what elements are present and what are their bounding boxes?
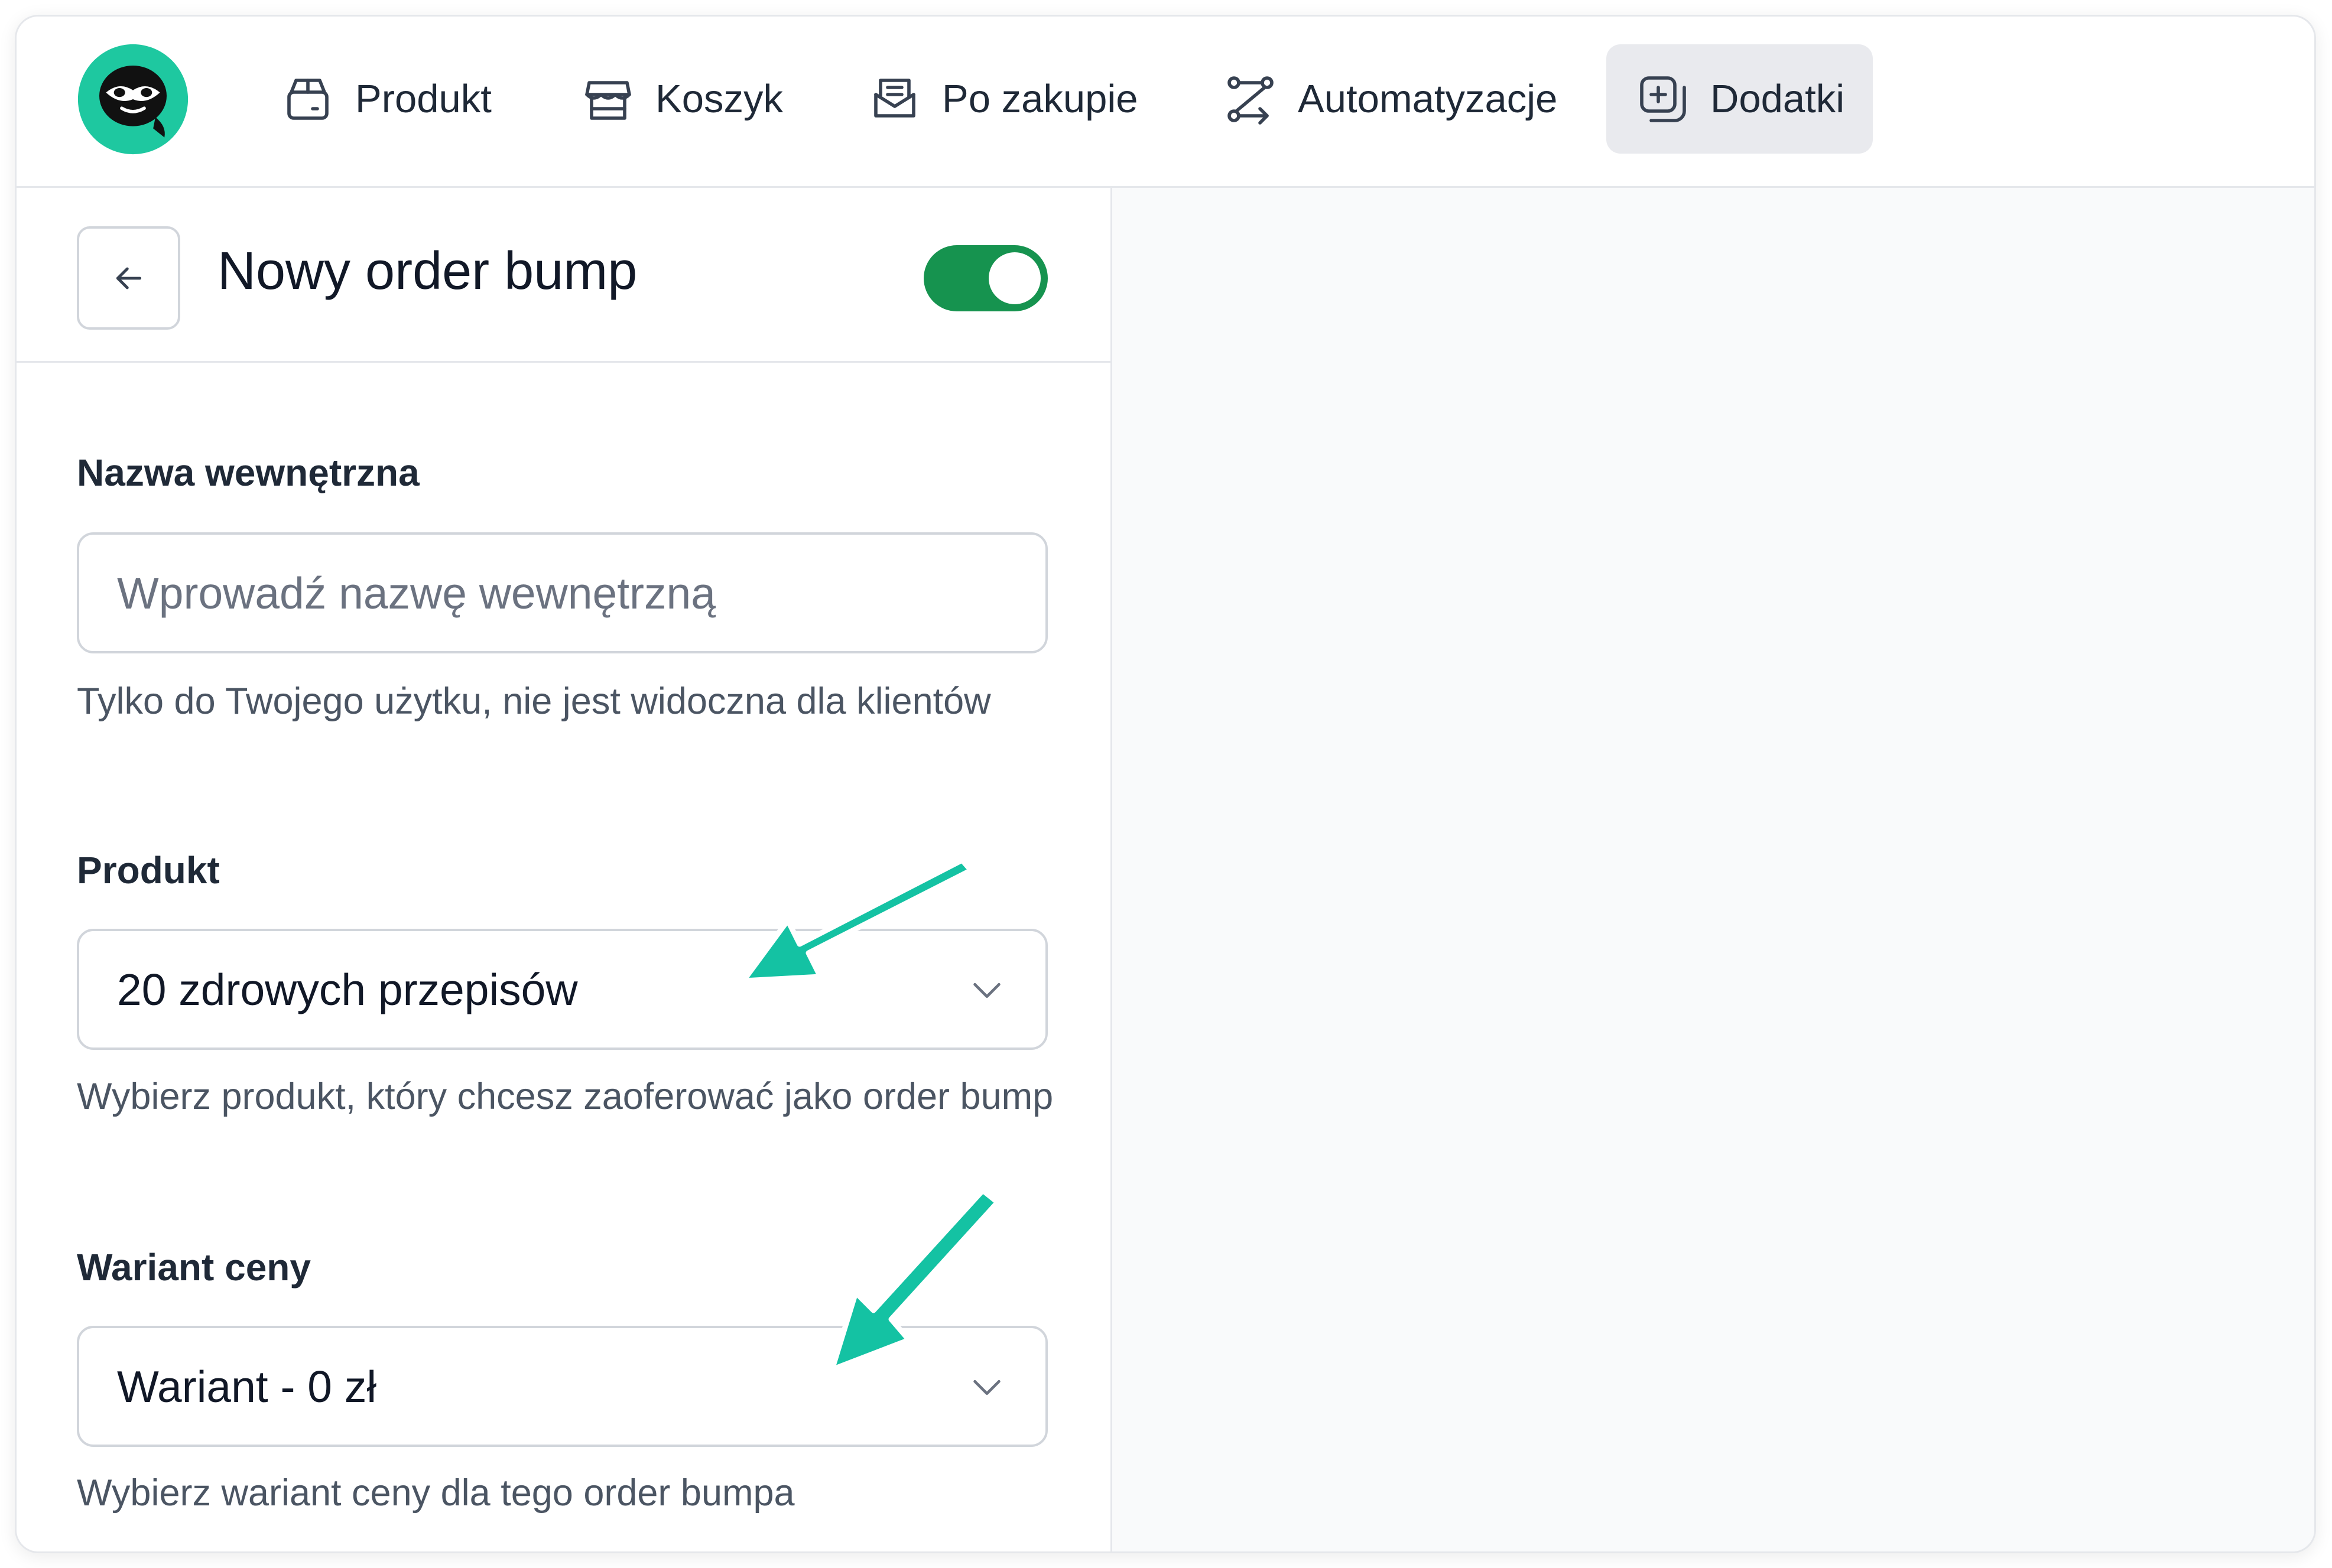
price-variant-label: Wariant ceny <box>77 1246 311 1289</box>
square-plus-icon <box>1640 76 1686 122</box>
nav-item-po-zakupie[interactable]: Po zakupie <box>866 44 1138 154</box>
product-help: Wybierz produkt, który chcesz zaoferować… <box>77 1076 1054 1117</box>
internal-name-label: Nazwa wewnętrzna <box>77 451 420 494</box>
nav-item-label: Po zakupie <box>942 77 1138 121</box>
nav-item-koszyk[interactable]: Koszyk <box>580 44 783 154</box>
panel-header: Nowy order bump <box>17 188 1110 363</box>
nav-item-label: Produkt <box>355 77 492 121</box>
store-icon <box>585 80 631 120</box>
mail-open-icon <box>874 78 915 118</box>
nav-item-produkt[interactable]: Produkt <box>280 44 492 154</box>
internal-name-help: Tylko do Twojego użytku, nie jest widocz… <box>77 681 991 722</box>
enabled-toggle[interactable] <box>924 245 1048 311</box>
arrow-left-icon <box>116 267 141 289</box>
nav-item-label: Automatyzacje <box>1298 77 1558 121</box>
sloth-logo-icon[interactable] <box>77 43 189 155</box>
annotation-arrow-icon <box>740 857 974 984</box>
preview-area <box>1112 188 2314 1551</box>
nav-item-dodatki[interactable]: Dodatki <box>1606 44 1873 154</box>
nav-item-automatyzacje[interactable]: Automatyzacje <box>1222 44 1557 154</box>
internal-name-input[interactable] <box>77 532 1048 653</box>
product-label: Produkt <box>77 849 220 892</box>
page-title: Nowy order bump <box>217 242 638 301</box>
package-icon <box>287 78 329 120</box>
top-navigation: Produkt Koszyk Po zakupie Automatyzacje <box>17 17 2314 188</box>
nav-item-label: Koszyk <box>655 77 783 121</box>
price-variant-help: Wybierz wariant ceny dla tego order bump… <box>77 1472 795 1514</box>
back-button[interactable] <box>77 226 180 330</box>
app-window: Produkt Koszyk Po zakupie Automatyzacje <box>15 15 2316 1553</box>
nav-item-label: Dodatki <box>1710 77 1845 121</box>
annotation-arrow-icon <box>829 1188 1001 1372</box>
workflow-icon <box>1227 76 1274 125</box>
toggle-knob <box>989 252 1041 304</box>
